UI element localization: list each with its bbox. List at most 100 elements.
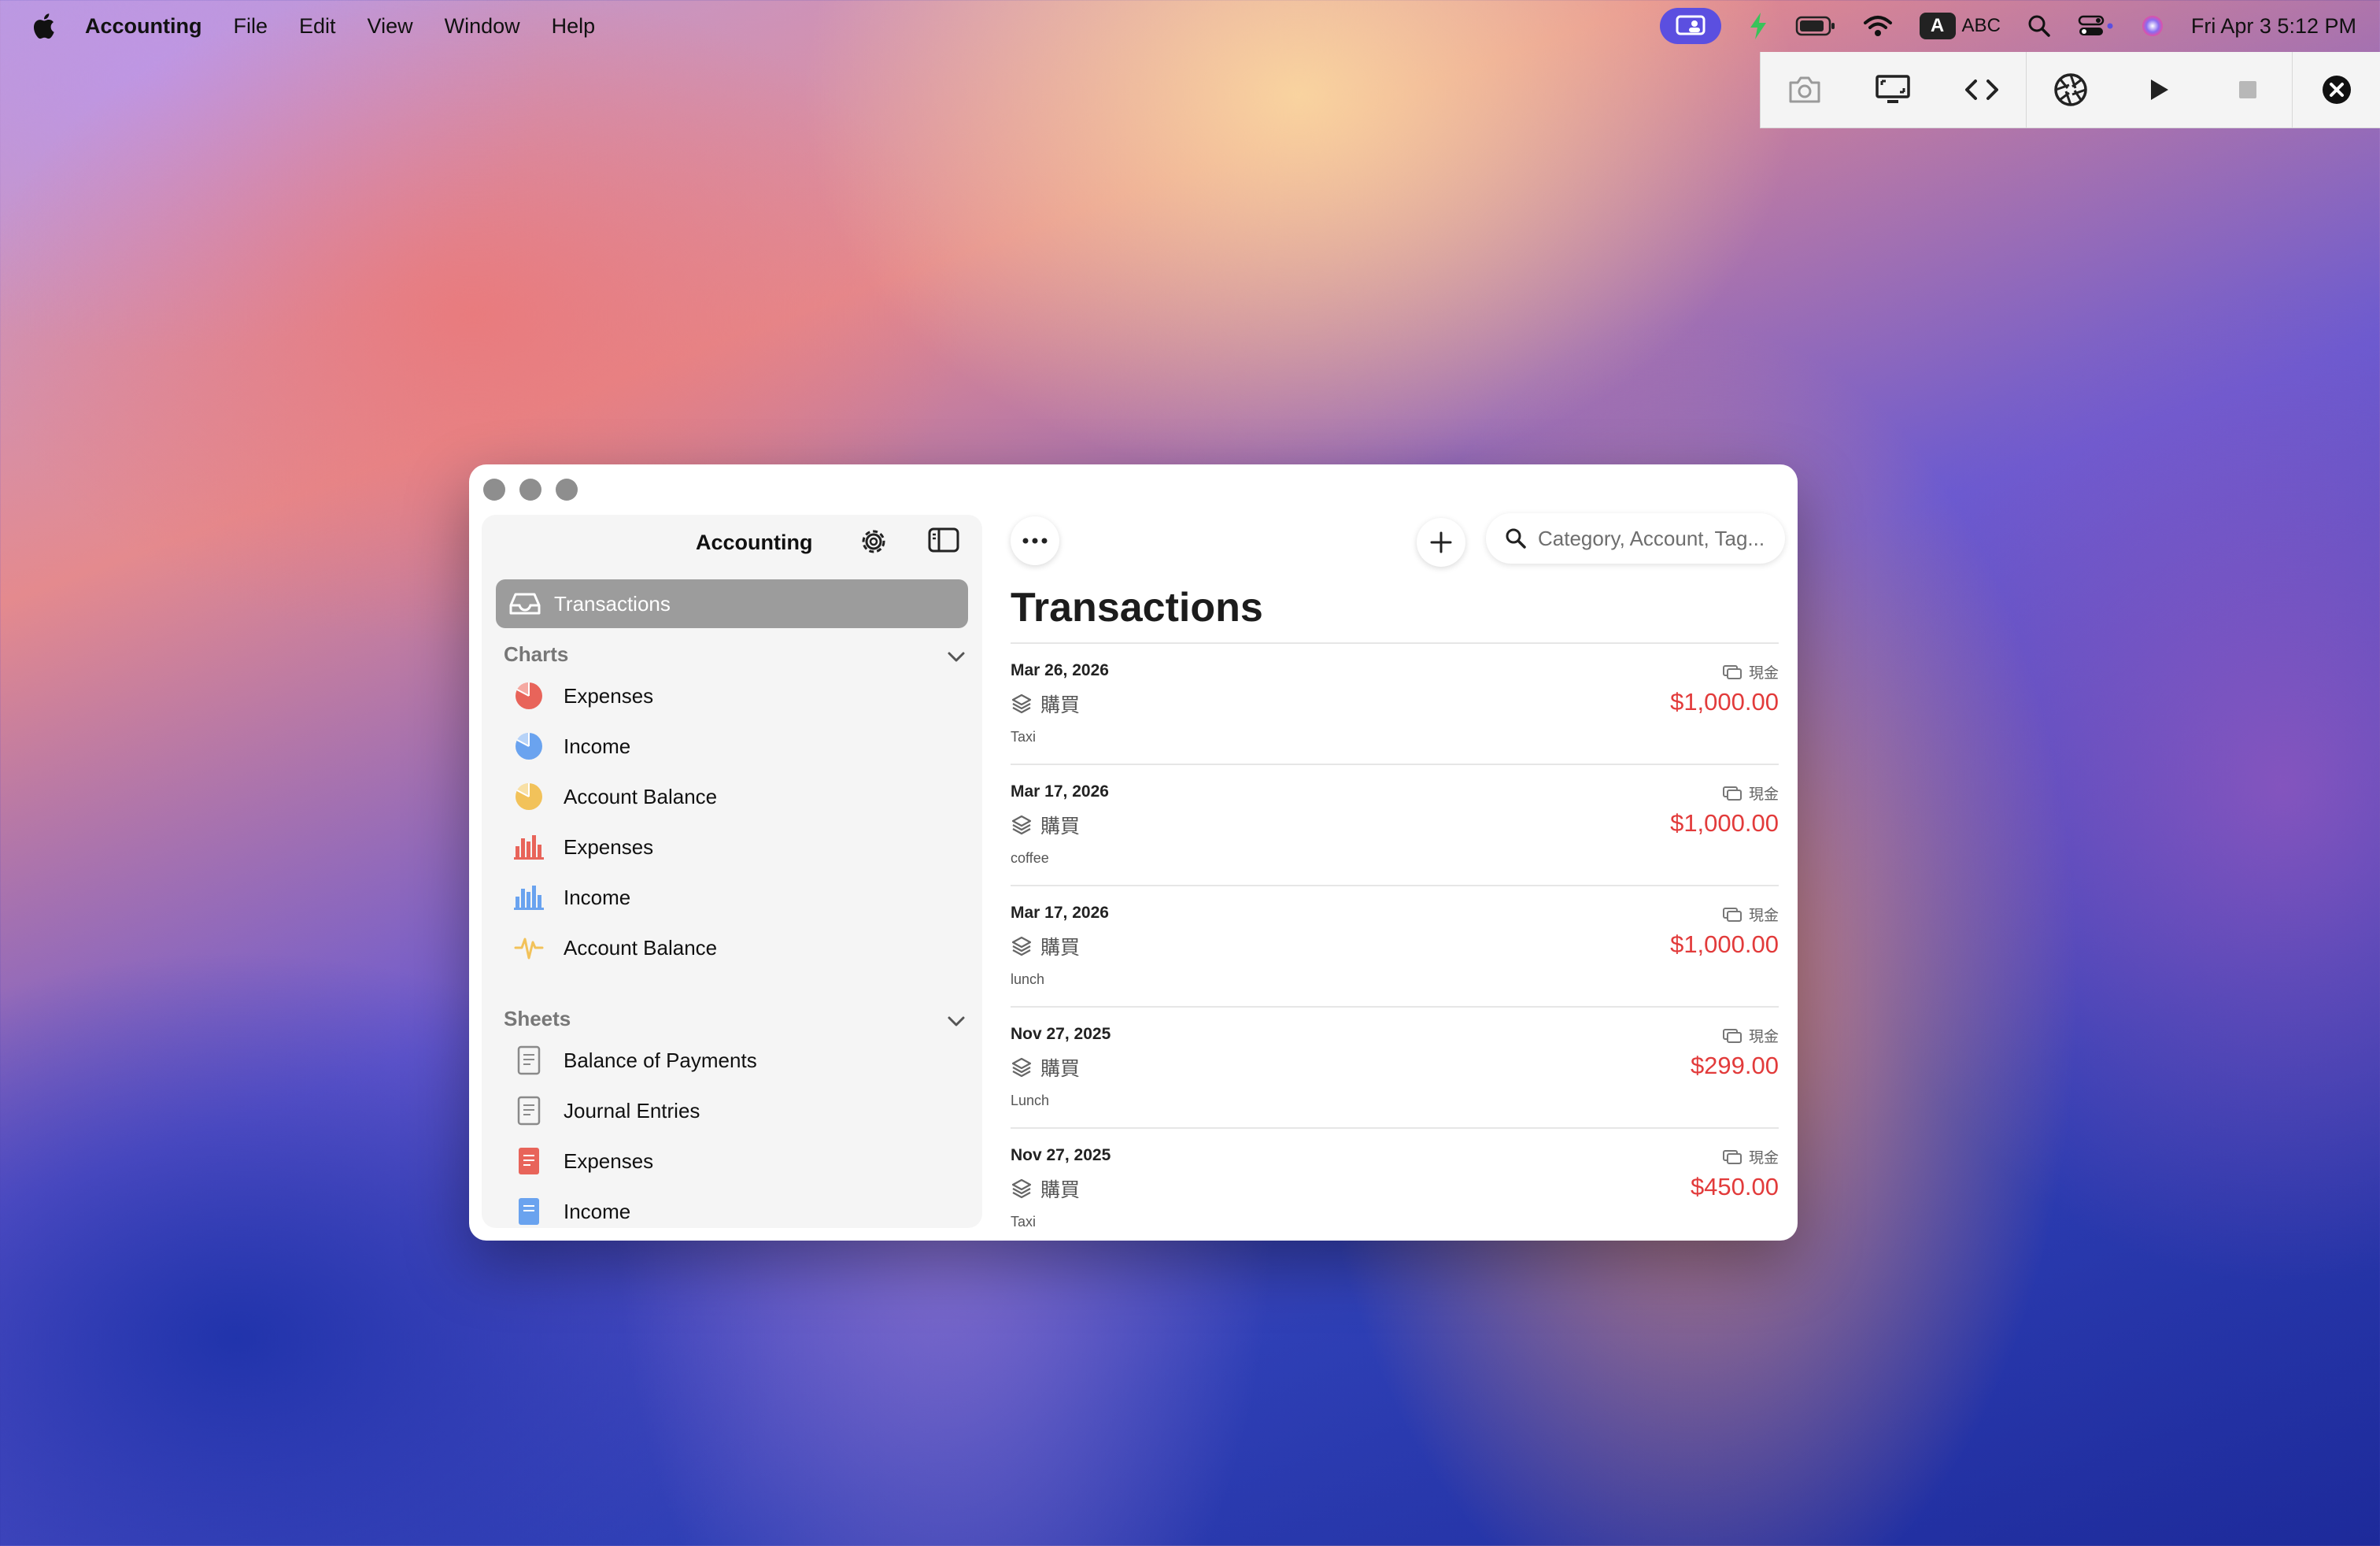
cards-icon bbox=[1722, 786, 1742, 801]
display-capture-button[interactable] bbox=[1849, 52, 1937, 128]
camera-icon bbox=[1789, 76, 1820, 103]
transaction-row[interactable]: Nov 27, 2025 購買 Taxi 現金 $450.00 bbox=[1011, 1127, 1779, 1241]
transaction-amount: $450.00 bbox=[1690, 1173, 1779, 1200]
minimize-window-button[interactable] bbox=[519, 479, 541, 501]
transaction-category-label: 購買 bbox=[1040, 816, 1081, 838]
page-title: Transactions bbox=[1011, 585, 1263, 631]
siri-icon[interactable] bbox=[2141, 14, 2164, 38]
transaction-amount: $1,000.00 bbox=[1670, 930, 1779, 958]
close-icon bbox=[2322, 76, 2351, 104]
plus-icon bbox=[1430, 531, 1452, 553]
bolt-icon[interactable] bbox=[1748, 12, 1768, 40]
pie-chart-icon bbox=[513, 680, 545, 712]
apple-logo-icon[interactable] bbox=[31, 12, 55, 40]
transaction-note: Taxi bbox=[1011, 1214, 1037, 1230]
add-transaction-button[interactable] bbox=[1417, 518, 1465, 567]
input-source-label: ABC bbox=[1961, 15, 2001, 36]
transaction-account: 現金 bbox=[1722, 661, 1779, 682]
sidebar-item-chart-expenses[interactable]: Expenses bbox=[513, 677, 653, 715]
cards-icon bbox=[1722, 907, 1742, 922]
chevron-down-icon[interactable] bbox=[946, 649, 966, 664]
more-options-button[interactable] bbox=[1011, 516, 1059, 565]
transaction-date: Mar 17, 2026 bbox=[1011, 782, 1109, 801]
menu-clock[interactable]: Fri Apr 3 5:12 PM bbox=[2191, 14, 2356, 39]
transaction-date: Mar 17, 2026 bbox=[1011, 904, 1109, 922]
transaction-account-label: 現金 bbox=[1748, 1150, 1779, 1167]
window-controls bbox=[483, 479, 578, 501]
transaction-list: Mar 26, 2026 購買 Taxi 現金 $1,000.00 Mar 17… bbox=[1011, 642, 1779, 1241]
play-button[interactable] bbox=[2115, 52, 2203, 128]
transaction-category-label: 購買 bbox=[1040, 694, 1081, 716]
transaction-account: 現金 bbox=[1722, 904, 1779, 925]
sidebar-item-chart-income[interactable]: Income bbox=[513, 727, 630, 765]
sidebar-item-label: Income bbox=[564, 734, 631, 758]
sidebar-item-bar-income[interactable]: Income bbox=[513, 878, 630, 916]
settings-button[interactable] bbox=[858, 526, 889, 557]
transaction-category: 購買 bbox=[1011, 932, 1080, 960]
battery-icon[interactable] bbox=[1795, 15, 1836, 37]
layers-icon bbox=[1011, 815, 1032, 835]
gear-icon bbox=[862, 530, 885, 553]
spotlight-search-icon[interactable] bbox=[2027, 14, 2051, 38]
screen-share-icon bbox=[1676, 15, 1706, 35]
menu-view[interactable]: View bbox=[368, 14, 413, 39]
close-toolbar-button[interactable] bbox=[2293, 52, 2380, 128]
layers-icon bbox=[1011, 1057, 1032, 1078]
sidebar-item-bar-expenses[interactable]: Expenses bbox=[513, 828, 653, 866]
sidebar-item-sheet-income[interactable]: Income bbox=[513, 1193, 630, 1228]
transaction-account: 現金 bbox=[1722, 782, 1779, 804]
sidebar-item-chart-account-balance[interactable]: Account Balance bbox=[513, 778, 717, 816]
transaction-note: lunch bbox=[1011, 971, 1045, 987]
menu-help[interactable]: Help bbox=[552, 14, 596, 39]
search-field[interactable] bbox=[1486, 513, 1785, 564]
control-center-icon[interactable] bbox=[2078, 14, 2114, 38]
stop-button[interactable] bbox=[2203, 52, 2291, 128]
menu-file[interactable]: File bbox=[234, 14, 268, 39]
menu-app-name[interactable]: Accounting bbox=[85, 14, 202, 39]
transaction-row[interactable]: Nov 27, 2025 購買 Lunch 現金 $299.00 bbox=[1011, 1006, 1779, 1127]
transaction-account-label: 現金 bbox=[1748, 908, 1779, 924]
transaction-category: 購買 bbox=[1011, 811, 1080, 839]
screenshot-button[interactable] bbox=[1761, 52, 1849, 128]
layers-icon bbox=[1011, 936, 1032, 956]
code-button[interactable] bbox=[1938, 52, 2026, 128]
transaction-row[interactable]: Mar 17, 2026 購買 coffee 現金 $1,000.00 bbox=[1011, 764, 1779, 885]
cards-icon bbox=[1722, 664, 1742, 679]
bar-chart-icon bbox=[513, 882, 545, 913]
sidebar-item-line-account-balance[interactable]: Account Balance bbox=[513, 929, 717, 967]
menu-window[interactable]: Window bbox=[445, 14, 520, 39]
transaction-account-label: 現金 bbox=[1748, 1029, 1779, 1045]
section-header-sheets: Sheets bbox=[504, 1007, 571, 1030]
sidebar-item-transactions[interactable]: Transactions bbox=[496, 579, 968, 628]
input-source-badge: A bbox=[1919, 13, 1956, 39]
zoom-window-button[interactable] bbox=[556, 479, 578, 501]
play-icon bbox=[2151, 80, 2169, 100]
transaction-amount: $299.00 bbox=[1690, 1052, 1779, 1079]
ellipsis-icon bbox=[1022, 538, 1048, 544]
sidebar-item-label: Expenses bbox=[564, 1148, 654, 1173]
transaction-date: Nov 27, 2025 bbox=[1011, 1025, 1111, 1043]
sidebar-item-label: Balance of Payments bbox=[564, 1048, 757, 1072]
toggle-sidebar-button[interactable] bbox=[927, 526, 960, 554]
aperture-button[interactable] bbox=[2027, 52, 2115, 128]
sidebar-item-balance-of-payments[interactable]: Balance of Payments bbox=[513, 1041, 757, 1079]
document-icon bbox=[513, 1196, 545, 1227]
wifi-icon[interactable] bbox=[1863, 14, 1893, 38]
menu-bar: Accounting File Edit View Window Help A bbox=[0, 0, 2380, 52]
code-icon bbox=[1964, 80, 1998, 100]
sidebar-item-sheet-expenses[interactable]: Expenses bbox=[513, 1142, 653, 1180]
menu-edit[interactable]: Edit bbox=[299, 14, 336, 39]
sidebar-item-label: Account Balance bbox=[564, 784, 718, 808]
close-window-button[interactable] bbox=[483, 479, 505, 501]
stop-icon bbox=[2238, 81, 2256, 98]
sidebar-item-label: Account Balance bbox=[564, 935, 718, 960]
sidebar-item-journal-entries[interactable]: Journal Entries bbox=[513, 1092, 700, 1130]
search-input[interactable] bbox=[1536, 525, 1783, 552]
chevron-down-icon[interactable] bbox=[946, 1013, 966, 1029]
transaction-row[interactable]: Mar 26, 2026 購買 Taxi 現金 $1,000.00 bbox=[1011, 642, 1779, 764]
transaction-category-label: 購買 bbox=[1040, 1058, 1081, 1080]
screen-share-badge[interactable] bbox=[1659, 8, 1721, 44]
input-source[interactable]: A ABC bbox=[1919, 13, 2001, 39]
sidebar: Accounting Transactions Charts Expenses … bbox=[482, 515, 982, 1228]
transaction-row[interactable]: Mar 17, 2026 購買 lunch 現金 $1,000.00 bbox=[1011, 885, 1779, 1006]
